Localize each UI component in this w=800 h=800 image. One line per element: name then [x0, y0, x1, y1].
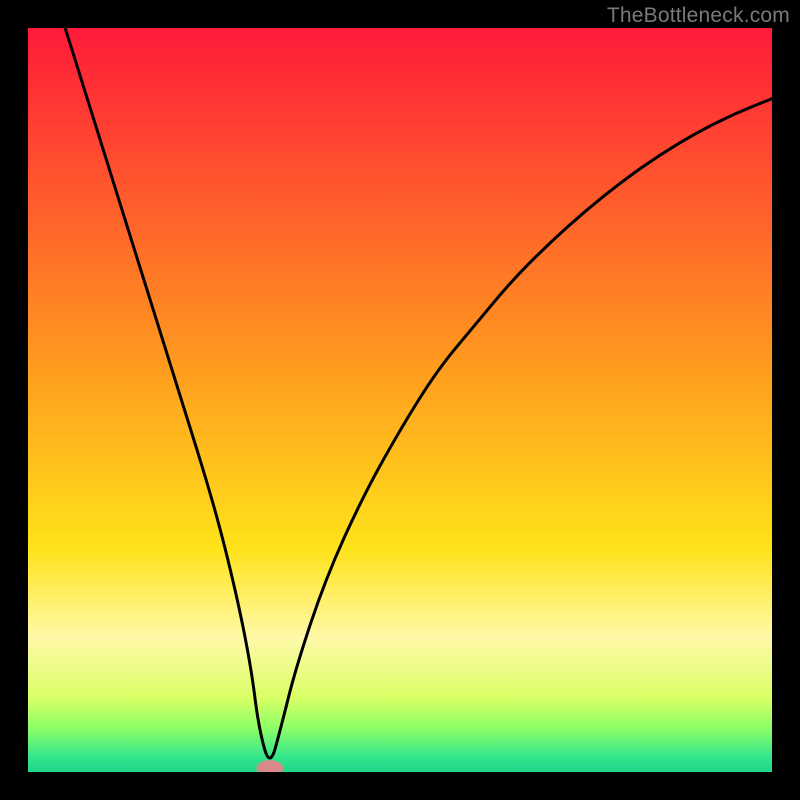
chart-frame — [28, 28, 772, 772]
bottleneck-chart — [28, 28, 772, 772]
chart-background-gradient — [28, 28, 772, 772]
watermark-label: TheBottleneck.com — [607, 4, 790, 28]
